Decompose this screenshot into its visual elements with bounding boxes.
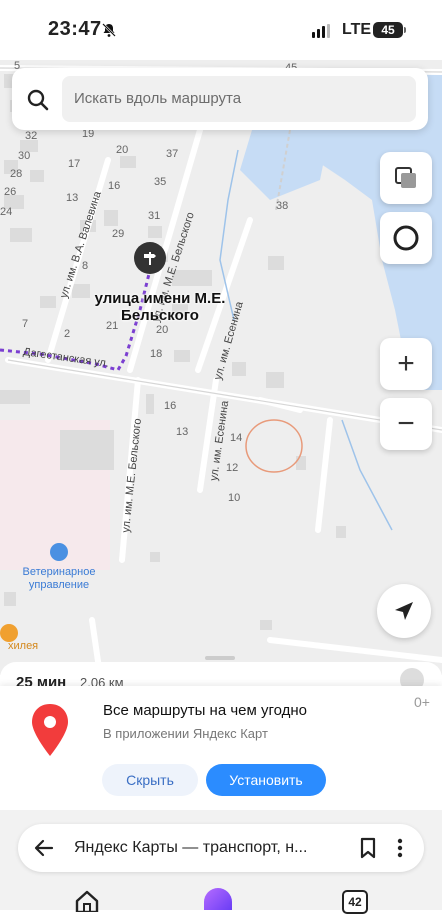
signpost-icon — [144, 252, 156, 265]
tabs-count[interactable]: 42 — [342, 890, 368, 914]
hide-button[interactable]: Скрыть — [102, 764, 198, 796]
poi-vet-label[interactable]: Ветеринарное управление — [14, 566, 104, 592]
sheet-handle[interactable] — [205, 656, 235, 660]
bell-off-icon — [102, 23, 116, 37]
street-pin[interactable] — [134, 242, 166, 274]
battery-tip — [404, 27, 406, 33]
house-number: 20 — [116, 144, 129, 156]
house-number: 20 — [156, 324, 169, 336]
map-pin-icon — [32, 704, 68, 756]
house-number: 29 — [112, 228, 125, 240]
search-input[interactable]: Искать вдоль маршрута — [62, 76, 416, 122]
house-number: 2 — [64, 328, 71, 340]
page-title[interactable]: Яндекс Карты — транспорт, н... — [74, 839, 344, 857]
house-number: 24 — [0, 206, 13, 218]
layers-button[interactable] — [380, 152, 432, 204]
url-bar[interactable]: Яндекс Карты — транспорт, н... — [18, 824, 424, 872]
house-number: 18 — [150, 348, 163, 360]
status-bar: 23:47 LTE 45 — [0, 0, 442, 60]
home-icon[interactable] — [74, 890, 100, 912]
house-number: 10 — [228, 492, 241, 504]
house-number: 16 — [164, 400, 177, 412]
house-number: 35 — [154, 176, 167, 188]
house-number: 13 — [176, 426, 189, 438]
house-number: 30 — [18, 150, 31, 162]
house-number: 17 — [68, 158, 81, 170]
alice-assistant-icon[interactable] — [204, 888, 232, 910]
promo-counter: 0+ — [414, 694, 430, 710]
promo-title: Все маршруты на чем угодно — [103, 702, 308, 719]
house-number: 28 — [10, 168, 23, 180]
navigation-arrow-icon — [395, 602, 413, 620]
house-number: 12 — [226, 462, 239, 474]
house-number: 16 — [108, 180, 121, 192]
browser-nav: 42 — [0, 886, 442, 914]
back-arrow-icon[interactable] — [32, 836, 56, 860]
house-number: 38 — [276, 200, 289, 212]
house-number: 7 — [22, 318, 29, 330]
zoom-out-button[interactable]: − — [380, 398, 432, 450]
search-bar[interactable]: Искать вдоль маршрута — [12, 68, 428, 130]
poi-partial-label: хилея — [8, 640, 39, 652]
signal-icon — [312, 24, 330, 38]
promo-subtitle: В приложении Яндекс Карт — [103, 726, 268, 741]
more-menu-icon[interactable] — [392, 836, 408, 860]
search-icon[interactable] — [26, 88, 50, 112]
house-number: 31 — [148, 210, 161, 222]
browser-bottom-bar: Яндекс Карты — транспорт, н... 42 — [0, 810, 442, 914]
app-promo-banner: Все маршруты на чем угодно В приложении … — [0, 686, 442, 810]
search-placeholder: Искать вдоль маршрута — [74, 90, 242, 107]
battery-icon: 45 — [373, 22, 403, 38]
route-summary[interactable]: 25 мин 2,06 км — [0, 662, 442, 692]
house-number: 8 — [82, 260, 89, 272]
house-number: 26 — [4, 186, 17, 198]
bookmark-icon[interactable] — [358, 836, 378, 860]
zoom-in-button[interactable]: + — [380, 338, 432, 390]
house-number: 32 — [25, 130, 38, 142]
paw-icon[interactable] — [50, 543, 68, 561]
globe-ring-icon — [393, 225, 419, 251]
globe-button[interactable] — [380, 212, 432, 264]
network-type: LTE — [342, 21, 372, 38]
status-time: 23:47 — [48, 18, 102, 40]
house-number: 37 — [166, 148, 179, 160]
house-number: 13 — [66, 192, 79, 204]
house-number: 14 — [230, 432, 243, 444]
install-button[interactable]: Установить — [206, 764, 326, 796]
locate-button[interactable] — [377, 584, 431, 638]
layers-icon — [395, 167, 416, 188]
poi-title[interactable]: улица имени М.Е. Бельского — [90, 290, 230, 324]
